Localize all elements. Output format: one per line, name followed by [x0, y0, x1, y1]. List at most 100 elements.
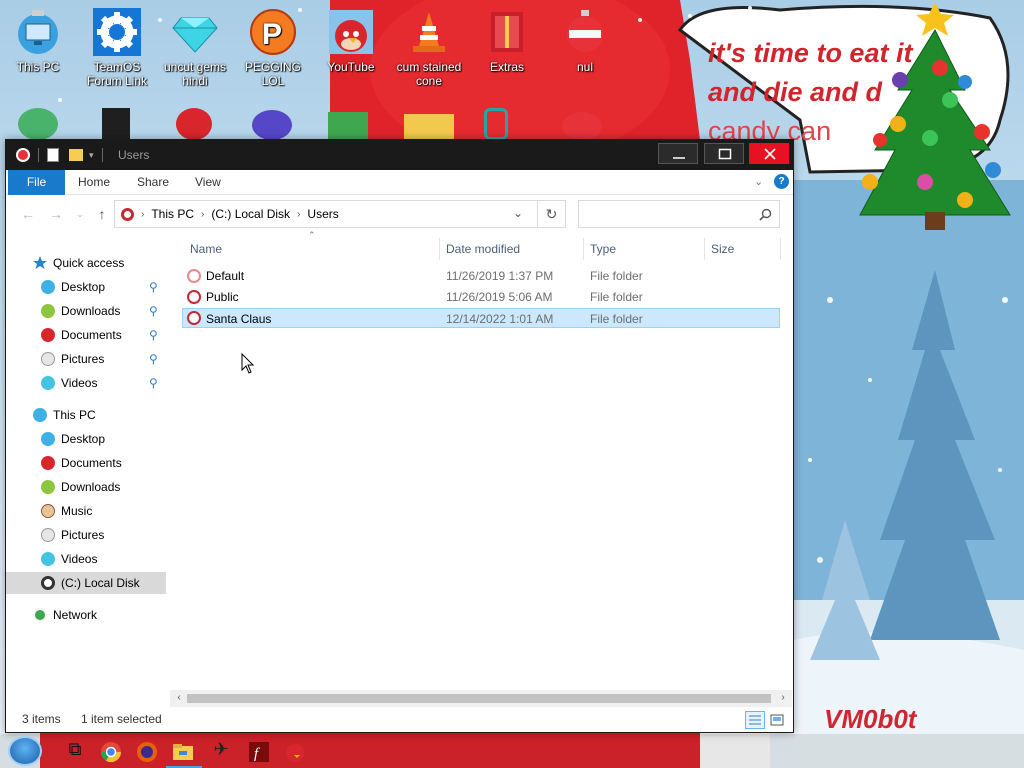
large-icons-view-button[interactable] [767, 711, 787, 729]
nav-quick-downloads[interactable]: Downloads ⚲ [6, 300, 166, 322]
desktop-icon-cone[interactable]: cum stained cone [389, 8, 469, 88]
customize-toolbar-icon[interactable]: ▾ [89, 150, 94, 161]
desktop-icon-pegging[interactable]: P PEGGING LOL [233, 8, 313, 88]
nav-quick-access[interactable]: Quick access [6, 252, 166, 274]
nav-quick-desktop[interactable]: Desktop ⚲ [6, 276, 166, 298]
firefox-icon[interactable] [134, 739, 160, 765]
desktop-icon-partial[interactable] [102, 108, 130, 140]
file-name: Default [206, 269, 245, 283]
properties-icon[interactable] [47, 148, 59, 162]
breadcrumb-local-disk[interactable]: (C:) Local Disk [211, 207, 290, 221]
pin-icon[interactable]: ⚲ [149, 280, 163, 294]
table-row[interactable]: Public 11/26/2019 5:06 AM File folder [182, 287, 780, 307]
desktop-icon-partial[interactable] [562, 112, 602, 140]
column-header-size[interactable]: Size [705, 238, 781, 260]
title-bar[interactable]: ▾ Users [6, 140, 793, 170]
column-header-date[interactable]: Date modified [440, 238, 584, 260]
help-icon[interactable]: ? [774, 174, 789, 189]
file-explorer-window[interactable]: ▾ Users File Home Share View ⌄ ? ← → ⌄ ↑… [5, 139, 794, 733]
desktop-icon-partial[interactable] [18, 108, 58, 140]
music-folder-icon [41, 504, 55, 518]
desktop-icon-label: YouTube [327, 60, 375, 74]
address-bar[interactable]: › This PC › (C:) Local Disk › Users ⌄ [114, 200, 538, 228]
angry-bird-icon[interactable] [282, 739, 308, 765]
forward-button[interactable]: → [46, 206, 66, 222]
minimize-button[interactable] [658, 143, 698, 164]
desktop-icon-label: TeamOS Forum Link [86, 60, 148, 88]
horizontal-scrollbar[interactable]: ‹ › [170, 690, 792, 707]
start-button[interactable] [8, 736, 42, 766]
pin-icon[interactable]: ⚲ [149, 328, 163, 342]
chevron-right-icon: › [297, 208, 301, 220]
separator [101, 148, 103, 162]
table-row[interactable]: Default 11/26/2019 1:37 PM File folder [182, 266, 780, 286]
status-bar: 3 items 1 item selected [6, 708, 793, 732]
nav-pc-videos[interactable]: Videos [6, 548, 166, 570]
details-view-button[interactable] [745, 711, 765, 729]
pin-icon[interactable]: ⚲ [149, 352, 163, 366]
nav-pc-desktop[interactable]: Desktop [6, 428, 166, 450]
nav-pc-documents[interactable]: Documents [6, 452, 166, 474]
close-button[interactable] [749, 143, 789, 164]
flash-icon[interactable]: f [246, 739, 272, 765]
table-row-selected[interactable]: Santa Claus 12/14/2022 1:01 AM File fold… [182, 308, 780, 328]
nav-pc-local-disk[interactable]: (C:) Local Disk [6, 572, 166, 594]
breadcrumb-users[interactable]: Users [307, 207, 338, 221]
search-icon [759, 208, 772, 221]
chevron-right-icon: › [141, 208, 145, 220]
close-icon [764, 148, 776, 160]
desktop-icon-nul[interactable]: nul [545, 8, 625, 74]
nav-quick-pictures[interactable]: Pictures ⚲ [6, 348, 166, 370]
desktop-icon-label: nul [576, 60, 593, 74]
red-box-icon [483, 8, 531, 56]
desktop-icon-extras[interactable]: Extras [467, 8, 547, 74]
scroll-left-icon[interactable]: ‹ [173, 692, 185, 703]
tab-view[interactable]: View [183, 170, 233, 195]
column-header-name[interactable]: Name [184, 238, 440, 260]
pin-icon[interactable]: ⚲ [149, 376, 163, 390]
new-folder-icon[interactable] [69, 149, 83, 161]
nav-quick-documents[interactable]: Documents ⚲ [6, 324, 166, 346]
desktop-icon-teamos[interactable]: TeamOS Forum Link [77, 8, 157, 88]
scroll-right-icon[interactable]: › [777, 692, 789, 703]
breadcrumb-this-pc[interactable]: This PC [151, 207, 194, 221]
recent-locations-button[interactable]: ⌄ [70, 206, 90, 222]
nav-quick-videos[interactable]: Videos ⚲ [6, 372, 166, 394]
ornament-icon[interactable] [16, 148, 30, 162]
desktop-icon-partial[interactable] [176, 108, 212, 140]
tab-home[interactable]: Home [66, 170, 122, 195]
desktop-icon-partial[interactable] [404, 114, 454, 140]
desktop-folder-icon [41, 280, 55, 294]
monitor-icon [14, 8, 62, 56]
maximize-button[interactable] [704, 143, 744, 164]
chrome-icon[interactable] [98, 739, 124, 765]
desktop-icon-this-pc[interactable]: This PC [0, 8, 78, 74]
nav-pc-music[interactable]: Music [6, 500, 166, 522]
column-header-type[interactable]: Type [584, 238, 705, 260]
desktop-icon-partial[interactable] [252, 110, 292, 140]
expand-ribbon-icon[interactable]: ⌄ [754, 175, 763, 188]
nav-network[interactable]: Network [6, 604, 166, 626]
search-input[interactable] [578, 200, 780, 228]
nav-label: Quick access [53, 256, 125, 270]
desktop-icon-partial[interactable] [484, 108, 508, 140]
nav-pc-downloads[interactable]: Downloads [6, 476, 166, 498]
up-button[interactable]: ↑ [92, 206, 112, 222]
app-icon[interactable]: ✈ [208, 739, 234, 765]
tab-file[interactable]: File [8, 170, 65, 195]
scrollbar-thumb[interactable] [187, 694, 771, 703]
tab-share[interactable]: Share [125, 170, 181, 195]
nav-pc-pictures[interactable]: Pictures [6, 524, 166, 546]
nav-this-pc[interactable]: This PC [6, 404, 166, 426]
pin-icon[interactable]: ⚲ [149, 304, 163, 318]
file-explorer-taskbar-icon[interactable] [170, 739, 196, 765]
videos-folder-icon [41, 552, 55, 566]
refresh-button[interactable]: ↻ [538, 200, 566, 228]
address-dropdown-icon[interactable]: ⌄ [513, 206, 523, 220]
desktop-icon-uncut-gems[interactable]: uncut gems hindi [155, 8, 235, 88]
desktop-icon-youtube[interactable]: YouTube [311, 8, 391, 74]
back-button[interactable]: ← [18, 206, 38, 222]
task-view-icon[interactable]: ⧉ [62, 739, 88, 765]
desktop-icon-partial[interactable] [328, 112, 368, 140]
file-date: 11/26/2019 5:06 AM [446, 290, 553, 304]
